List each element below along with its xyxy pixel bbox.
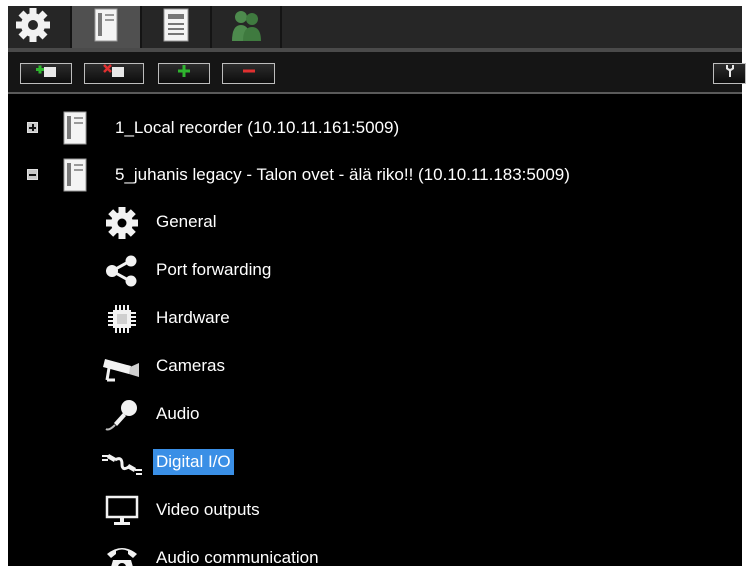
- monitor-icon: [100, 493, 144, 529]
- tree-item-label: Port forwarding: [156, 260, 272, 279]
- tree-node-label: 5_juhanis legacy - Talon ovet - älä riko…: [115, 165, 570, 184]
- gear-icon: [100, 205, 144, 241]
- tree-item-hardware[interactable]: Hardware: [8, 299, 742, 339]
- expand-toggle[interactable]: [27, 122, 38, 133]
- collapse-toggle[interactable]: [27, 169, 38, 180]
- recorder-tree: 1_Local recorder (10.10.11.161:5009) 5_j…: [8, 94, 742, 566]
- plus-icon: [177, 64, 191, 83]
- remove-recorder-button[interactable]: [84, 63, 144, 84]
- share-icon: [100, 253, 144, 289]
- users-icon: [229, 8, 263, 47]
- tree-item-cameras[interactable]: Cameras: [8, 347, 742, 387]
- tree-node-recorder[interactable]: 5_juhanis legacy - Talon ovet - älä riko…: [8, 155, 742, 195]
- microphone-icon: [100, 397, 144, 433]
- tree-item-label: Audio communication: [156, 548, 319, 566]
- tree-item-label: Cameras: [156, 356, 225, 375]
- right-border: [742, 0, 750, 566]
- tree-item-label: Digital I/O: [153, 449, 234, 475]
- tree-node-recorder[interactable]: 1_Local recorder (10.10.11.161:5009): [8, 108, 742, 148]
- server-icon: [93, 8, 119, 47]
- server-remove-icon: [102, 64, 126, 83]
- tree-item-label: Video outputs: [156, 500, 260, 519]
- remove-button[interactable]: [222, 63, 275, 84]
- server-add-icon: [34, 64, 58, 83]
- left-border: [0, 0, 8, 566]
- add-recorder-button[interactable]: [20, 63, 72, 84]
- tree-node-label: 1_Local recorder (10.10.11.161:5009): [115, 118, 400, 137]
- tab-events[interactable]: [142, 6, 210, 48]
- minus-icon: [242, 64, 256, 83]
- tree-item-digital-io[interactable]: Digital I/O: [8, 443, 742, 483]
- gear-icon: [15, 7, 51, 48]
- tab-recorders[interactable]: [72, 6, 140, 48]
- tree-item-label: Audio: [156, 404, 200, 423]
- chip-icon: [100, 301, 144, 337]
- wrench-icon: [723, 64, 737, 83]
- cable-icon: [100, 445, 144, 481]
- tree-item-port-forwarding[interactable]: Port forwarding: [8, 251, 742, 291]
- document-icon: [162, 8, 190, 47]
- server-icon: [62, 158, 88, 197]
- tree-item-video-outputs[interactable]: Video outputs: [8, 491, 742, 531]
- tree-item-label: Hardware: [156, 308, 230, 327]
- main-tab-bar: [8, 6, 742, 48]
- tree-item-label: General: [156, 212, 217, 231]
- tree-item-audio-communication[interactable]: Audio communication: [8, 539, 742, 566]
- server-icon: [62, 111, 88, 150]
- toolbar: [8, 52, 746, 92]
- tree-item-audio[interactable]: Audio: [8, 395, 742, 435]
- camera-icon: [100, 349, 144, 385]
- tab-settings[interactable]: [8, 6, 58, 48]
- tools-button[interactable]: [713, 63, 746, 84]
- tree-item-general[interactable]: General: [8, 203, 742, 243]
- telephone-icon: [100, 541, 144, 566]
- add-button[interactable]: [158, 63, 210, 84]
- tab-separator: [280, 6, 282, 48]
- app-window: 1_Local recorder (10.10.11.161:5009) 5_j…: [0, 0, 750, 566]
- tab-users[interactable]: [212, 6, 280, 48]
